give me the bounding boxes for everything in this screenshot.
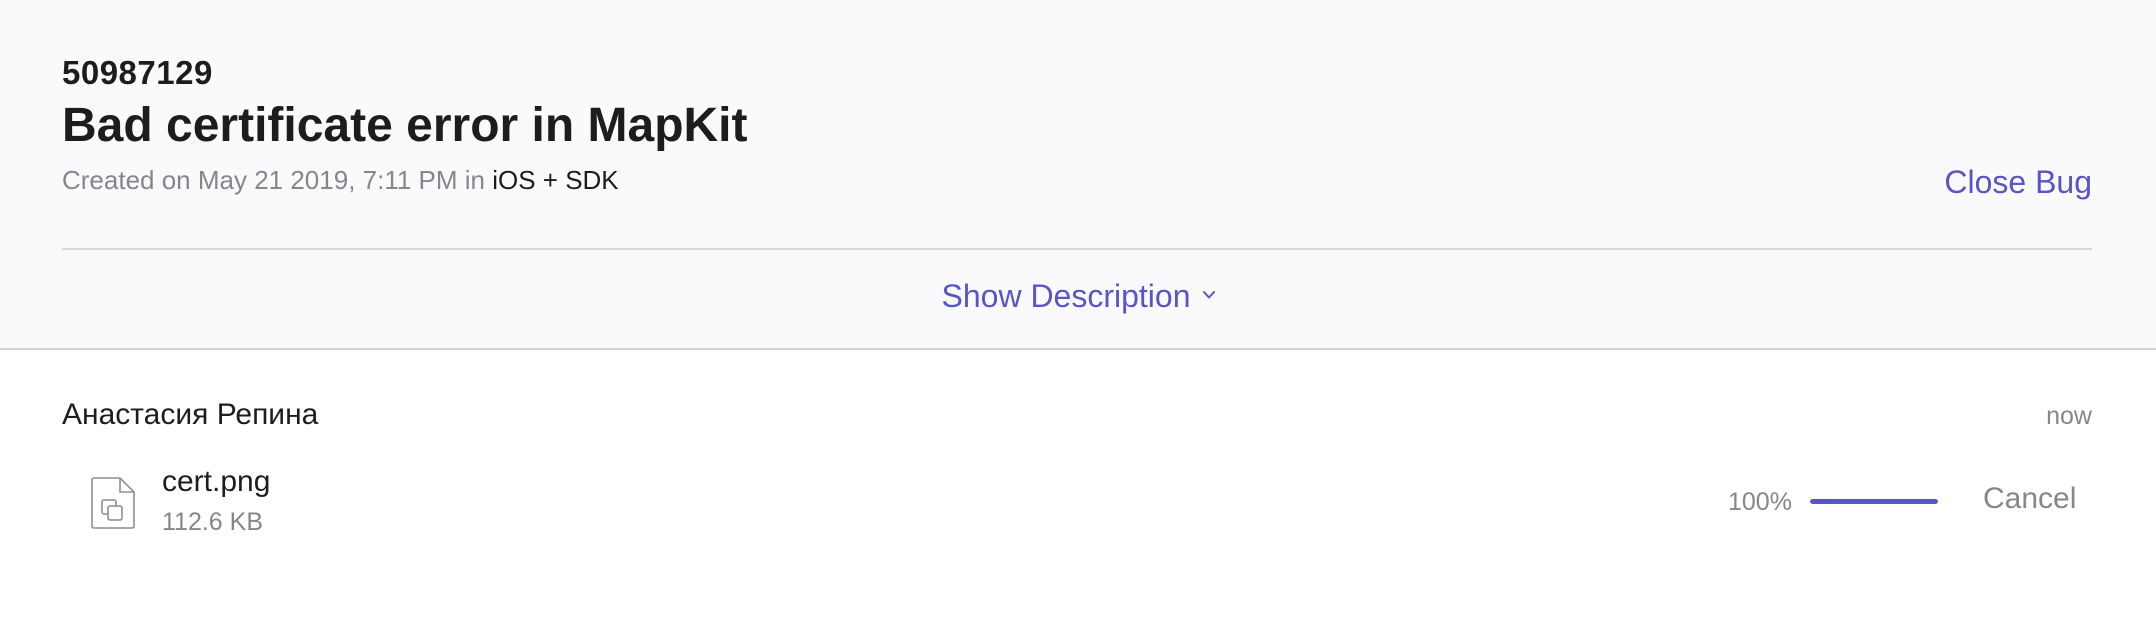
close-bug-button[interactable]: Close Bug (1944, 164, 2092, 201)
show-description-label: Show Description (941, 278, 1191, 314)
bug-id: 50987129 (62, 54, 213, 91)
comment-time: now (2046, 402, 2092, 430)
created-text: Created on May 21 2019, 7:11 PM in (62, 165, 493, 195)
upload-progress-bar (1810, 499, 1938, 504)
created-info: Created on May 21 2019, 7:11 PM in iOS +… (62, 165, 619, 196)
component-name: iOS + SDK (492, 165, 619, 195)
upload-progress-label: 100% (1728, 488, 1792, 516)
bug-title: Bad certificate error in MapKit (62, 99, 748, 152)
comment-author: Анастасия Репина (62, 398, 319, 431)
chevron-down-icon (1202, 291, 1215, 299)
document-icon (91, 477, 135, 529)
header-divider (62, 248, 2092, 250)
upload-progress-fill (1810, 499, 1938, 504)
bug-header: 50987129 Bad certificate error in MapKit… (0, 0, 2156, 350)
show-description-button[interactable]: Show Description (0, 278, 2156, 315)
attachment-name[interactable]: cert.png (162, 465, 270, 499)
cancel-upload-button[interactable]: Cancel (1983, 482, 2076, 516)
attachment-size: 112.6 KB (162, 508, 264, 536)
